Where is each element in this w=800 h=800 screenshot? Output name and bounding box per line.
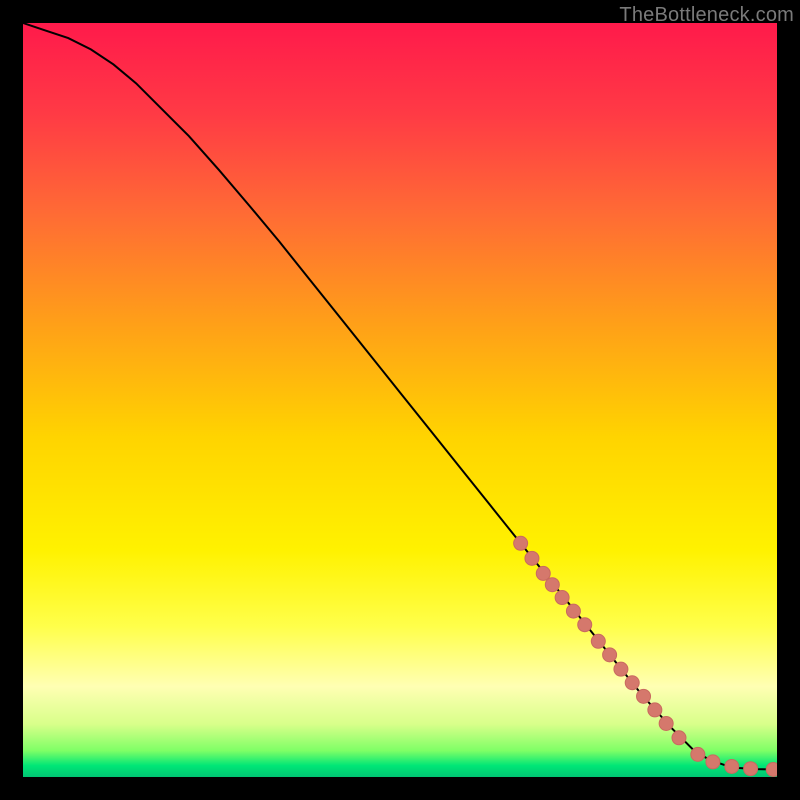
chart-dot — [614, 662, 628, 676]
chart-dot — [725, 759, 739, 773]
chart-dot — [536, 566, 550, 580]
chart-dot — [691, 747, 705, 761]
chart-plot — [23, 23, 777, 777]
chart-dot — [637, 689, 651, 703]
chart-dot — [766, 762, 777, 776]
chart-dot — [603, 648, 617, 662]
chart-dot — [672, 731, 686, 745]
chart-dot — [578, 618, 592, 632]
watermark-text: TheBottleneck.com — [619, 4, 794, 27]
chart-dot — [514, 536, 528, 550]
chart-dot — [706, 755, 720, 769]
chart-dot — [555, 591, 569, 605]
chart-dot — [545, 578, 559, 592]
chart-background — [23, 23, 777, 777]
chart-frame — [23, 23, 777, 777]
chart-dot — [625, 676, 639, 690]
chart-dot — [744, 762, 758, 776]
chart-dot — [566, 604, 580, 618]
chart-dot — [591, 634, 605, 648]
chart-dot — [525, 551, 539, 565]
chart-dot — [648, 703, 662, 717]
chart-dot — [659, 716, 673, 730]
